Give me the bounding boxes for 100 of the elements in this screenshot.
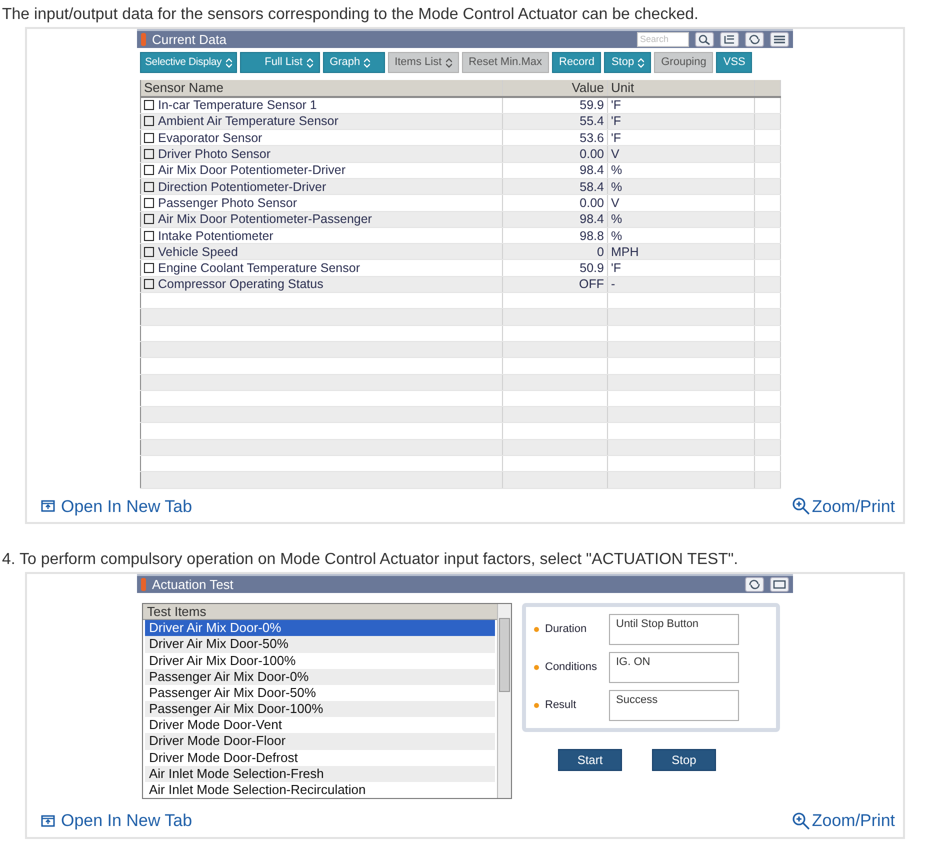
field-label: Result — [545, 698, 578, 714]
title-marker-icon — [141, 578, 146, 592]
value-cell: 0 — [502, 244, 608, 260]
menu-icon[interactable] — [770, 32, 789, 47]
sensor-name: Intake Potentiometer — [158, 228, 274, 243]
toolbar-button[interactable]: Record — [552, 52, 602, 73]
field-label: Conditions — [545, 660, 598, 676]
sensor-name: Air Mix Door Potentiometer-Driver — [158, 163, 346, 178]
dropdown-caret-icon — [306, 58, 313, 68]
value-cell: 0.00 — [502, 194, 608, 212]
open-in-new-tab-link[interactable]: Open In New Tab — [41, 494, 192, 520]
checkbox[interactable] — [144, 182, 154, 192]
action-button[interactable]: Start — [558, 749, 622, 772]
toolbar-button[interactable]: Full List — [240, 52, 320, 73]
unit-cell: % — [608, 211, 754, 228]
checkbox[interactable] — [144, 230, 154, 241]
checkbox[interactable] — [144, 214, 154, 224]
title-marker-icon — [141, 33, 146, 46]
unit-cell: 'F — [608, 97, 754, 114]
new-tab-icon — [41, 814, 55, 827]
test-item[interactable]: Air Inlet Mode Selection-Fresh — [145, 766, 495, 782]
value-cell: 55.4 — [502, 113, 608, 130]
toolbar-button[interactable]: VSS — [716, 52, 752, 73]
sensor-name: Compressor Operating Status — [158, 277, 324, 292]
sensor-name: Direction Potentiometer-Driver — [158, 180, 326, 194]
test-item[interactable]: Passenger Air Mix Door-100% — [145, 701, 495, 718]
sensor-name: In-car Temperature Sensor 1 — [158, 98, 317, 112]
unit-cell: V — [608, 146, 754, 162]
sensor-name: Passenger Photo Sensor — [158, 196, 297, 210]
checkbox[interactable] — [144, 165, 154, 176]
checkbox[interactable] — [144, 263, 154, 274]
zoom-icon — [792, 812, 810, 830]
checkbox[interactable] — [144, 100, 154, 110]
value-cell: 50.9 — [502, 260, 608, 276]
checkbox[interactable] — [144, 246, 154, 257]
checkbox[interactable] — [144, 149, 154, 160]
unit-cell: 'F — [608, 260, 754, 276]
bullet-icon — [534, 703, 539, 708]
sensor-name: Ambient Air Temperature Sensor — [158, 114, 338, 128]
zoom-print-link[interactable]: Zoom/Print — [792, 808, 895, 834]
sensor-name: Air Mix Door Potentiometer-Passenger — [158, 212, 372, 226]
window-icon[interactable] — [770, 577, 789, 592]
bullet-icon — [534, 665, 539, 670]
sensor-name: Vehicle Speed — [158, 244, 238, 259]
column-header: Sensor Name — [140, 80, 502, 97]
toolbar-button[interactable]: Stop — [604, 52, 652, 73]
test-item[interactable]: Driver Air Mix Door-50% — [145, 636, 495, 652]
toolbar-button[interactable]: Selective Display — [140, 52, 237, 73]
field-value: Success — [609, 690, 739, 722]
unit-cell: % — [608, 162, 754, 178]
new-tab-icon — [41, 500, 55, 512]
sensor-name: Evaporator Sensor — [158, 130, 262, 145]
instruction-text: The input/output data for the sensors corresponding to the Mode Control Actuator can be checked. — [1, 5, 700, 25]
action-button[interactable]: Stop — [652, 749, 716, 772]
zoom-print-link[interactable]: Zoom/Print — [792, 494, 895, 520]
field-value: Until Stop Button — [609, 614, 739, 646]
list-view-icon[interactable] — [720, 32, 739, 47]
unit-cell: MPH — [608, 244, 754, 260]
test-item[interactable]: Driver Air Mix Door-0% — [145, 620, 495, 636]
value-cell: 58.4 — [502, 178, 608, 195]
column-header: Unit — [608, 80, 754, 97]
toolbar-button[interactable]: Graph — [322, 52, 385, 73]
dropdown-caret-icon — [638, 58, 644, 68]
unit-cell: - — [608, 276, 754, 293]
refresh-icon[interactable] — [745, 577, 764, 592]
checkbox[interactable] — [144, 279, 154, 290]
refresh-icon[interactable] — [745, 32, 764, 47]
value-cell: 98.4 — [502, 162, 608, 178]
test-item[interactable]: Driver Mode Door-Vent — [145, 717, 495, 734]
sensor-name: Driver Photo Sensor — [158, 147, 271, 162]
unit-cell: 'F — [608, 113, 754, 130]
checkbox[interactable] — [144, 116, 154, 126]
instruction-text: 4. To perform compulsory operation on Mode Control Actuator input factors, select "ACTUATION TEST". — [1, 550, 740, 570]
checkbox[interactable] — [144, 132, 154, 143]
test-item[interactable]: Passenger Air Mix Door-50% — [145, 684, 495, 702]
dropdown-caret-icon — [226, 58, 232, 68]
bullet-icon — [534, 627, 539, 632]
search-icon[interactable] — [695, 32, 714, 47]
dropdown-caret-icon — [446, 58, 452, 68]
panel-title: Actuation Test — [152, 576, 234, 594]
panel-title: Current Data — [152, 30, 228, 49]
test-item[interactable]: Driver Mode Door-Defrost — [145, 750, 495, 766]
value-cell: 0.00 — [502, 146, 608, 162]
zoom-icon — [792, 497, 810, 516]
value-cell: 59.9 — [502, 97, 608, 114]
value-cell: 98.4 — [502, 211, 608, 228]
test-item[interactable]: Passenger Air Mix Door-0% — [145, 668, 495, 685]
unit-cell: V — [608, 194, 754, 212]
list-header: Test Items — [143, 604, 497, 620]
checkbox[interactable] — [144, 198, 154, 208]
open-in-new-tab-link[interactable]: Open In New Tab — [41, 808, 192, 834]
sensor-name: Engine Coolant Temperature Sensor — [158, 261, 360, 276]
value-cell: OFF — [502, 276, 608, 293]
field-label: Duration — [545, 622, 588, 638]
test-item[interactable]: Driver Mode Door-Floor — [145, 733, 495, 750]
dropdown-caret-icon — [364, 58, 370, 68]
test-item[interactable]: Air Inlet Mode Selection-Recirculation — [145, 782, 495, 798]
field-value: IG. ON — [609, 652, 739, 684]
test-item[interactable]: Driver Air Mix Door-100% — [145, 652, 495, 669]
scrollbar[interactable] — [497, 604, 511, 798]
